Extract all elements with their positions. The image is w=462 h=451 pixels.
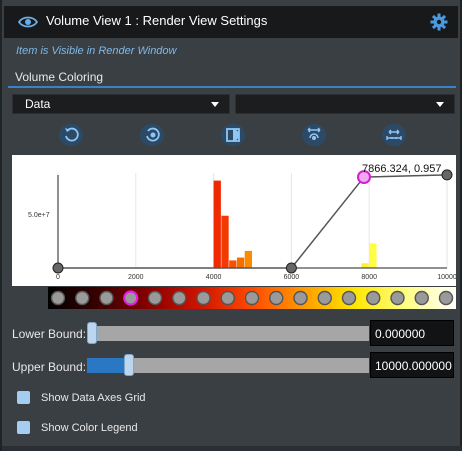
x-tick-labels: 0 2000 4000 6000 8000 10000 [56, 274, 456, 281]
chart-grid [57, 173, 448, 268]
color-point[interactable] [50, 290, 66, 306]
opacity-point[interactable] [285, 262, 297, 274]
color-points [50, 290, 454, 306]
section-divider [8, 86, 456, 88]
fit-data-range-icon [307, 127, 321, 140]
color-point[interactable] [341, 290, 357, 306]
component-select[interactable] [235, 94, 455, 114]
x-tick-label: 4000 [206, 274, 222, 281]
opacity-curve [58, 174, 448, 269]
show-data-axes-grid-label: Show Data Axes Grid [41, 392, 146, 404]
histogram-bar [369, 243, 377, 268]
x-tick-label: 8000 [361, 274, 377, 281]
upper-bound-label: Upper Bound: [12, 360, 87, 374]
section-title: Volume Coloring [15, 70, 104, 84]
upper-bound-fill [87, 358, 130, 373]
lower-bound-slider[interactable] [87, 322, 369, 344]
color-point[interactable] [220, 290, 235, 306]
histogram-bar [361, 263, 369, 268]
fit-data-range-button[interactable] [302, 124, 326, 146]
histogram-bar [213, 180, 221, 268]
lower-bound-value: 0.000000 [375, 327, 426, 341]
point-tooltip: 7866.324, 0.957 [362, 163, 442, 175]
x-tick-label: 6000 [284, 274, 300, 281]
histogram-bar [221, 215, 229, 268]
x-tick-label: 2000 [128, 274, 144, 281]
histogram-bar [229, 260, 237, 268]
upper-bound-slider[interactable] [87, 354, 369, 376]
render-view-settings-panel: Volume View 1 : Render View Settings Ite… [0, 0, 462, 451]
x-tick-label: 0 [56, 274, 60, 281]
histogram-bars [213, 180, 377, 268]
selected-color-point[interactable] [123, 290, 139, 306]
gear-icon[interactable] [430, 13, 448, 31]
show-color-legend-checkbox[interactable] [17, 421, 30, 434]
histogram-bar [244, 250, 252, 268]
invert-icon [226, 128, 240, 142]
show-color-legend-label: Show Color Legend [41, 422, 138, 434]
lower-bound-label: Lower Bound: [12, 327, 87, 341]
opacity-transfer-function-chart[interactable]: 0 2000 4000 6000 8000 10000 5.0e+7 7866.324, … [12, 155, 456, 286]
color-point[interactable] [390, 290, 405, 306]
y-tick-label: 5.0e+7 [28, 212, 50, 219]
color-point[interactable] [75, 290, 90, 306]
opacity-points [52, 169, 453, 274]
color-point[interactable] [317, 290, 332, 306]
panel-header: Volume View 1 : Render View Settings [4, 6, 458, 38]
color-point[interactable] [172, 290, 187, 306]
color-point[interactable] [414, 290, 429, 306]
array-select-value: Data [25, 97, 51, 111]
color-point[interactable] [196, 290, 211, 306]
histogram-bar [236, 257, 245, 268]
color-point[interactable] [99, 290, 114, 306]
color-point[interactable] [147, 290, 163, 306]
visibility-status: Item is Visible in Render Window [16, 45, 177, 57]
color-point[interactable] [293, 290, 308, 306]
color-point[interactable] [244, 290, 260, 306]
custom-range-icon [386, 129, 402, 140]
reset-range-icon [146, 127, 160, 142]
reset-icon [65, 127, 79, 142]
opacity-point[interactable] [52, 262, 64, 274]
upper-bound-input[interactable]: 10000.000000 [370, 352, 454, 378]
color-point[interactable] [438, 290, 454, 306]
chevron-down-icon [211, 102, 219, 107]
reset-range-button[interactable] [140, 124, 164, 146]
chevron-down-icon [436, 102, 444, 107]
lower-bound-input[interactable]: 0.000000 [370, 320, 454, 346]
show-data-axes-grid-checkbox[interactable] [17, 391, 30, 404]
lower-bound-handle[interactable] [87, 322, 97, 344]
eye-icon[interactable] [18, 14, 38, 30]
panel-bottom-edge [2, 446, 462, 451]
custom-range-button[interactable] [382, 124, 406, 146]
upper-bound-handle[interactable] [124, 354, 135, 376]
color-point[interactable] [269, 290, 284, 306]
x-tick-label: 10000 [437, 274, 456, 281]
opacity-point[interactable] [441, 169, 453, 181]
panel-title: Volume View 1 : Render View Settings [46, 13, 268, 28]
array-select[interactable]: Data [12, 94, 230, 114]
upper-bound-value: 10000.000000 [375, 359, 452, 373]
reset-button[interactable] [59, 124, 83, 146]
color-map-editor[interactable] [48, 287, 456, 309]
color-point[interactable] [366, 290, 381, 306]
invert-button[interactable] [221, 124, 245, 146]
